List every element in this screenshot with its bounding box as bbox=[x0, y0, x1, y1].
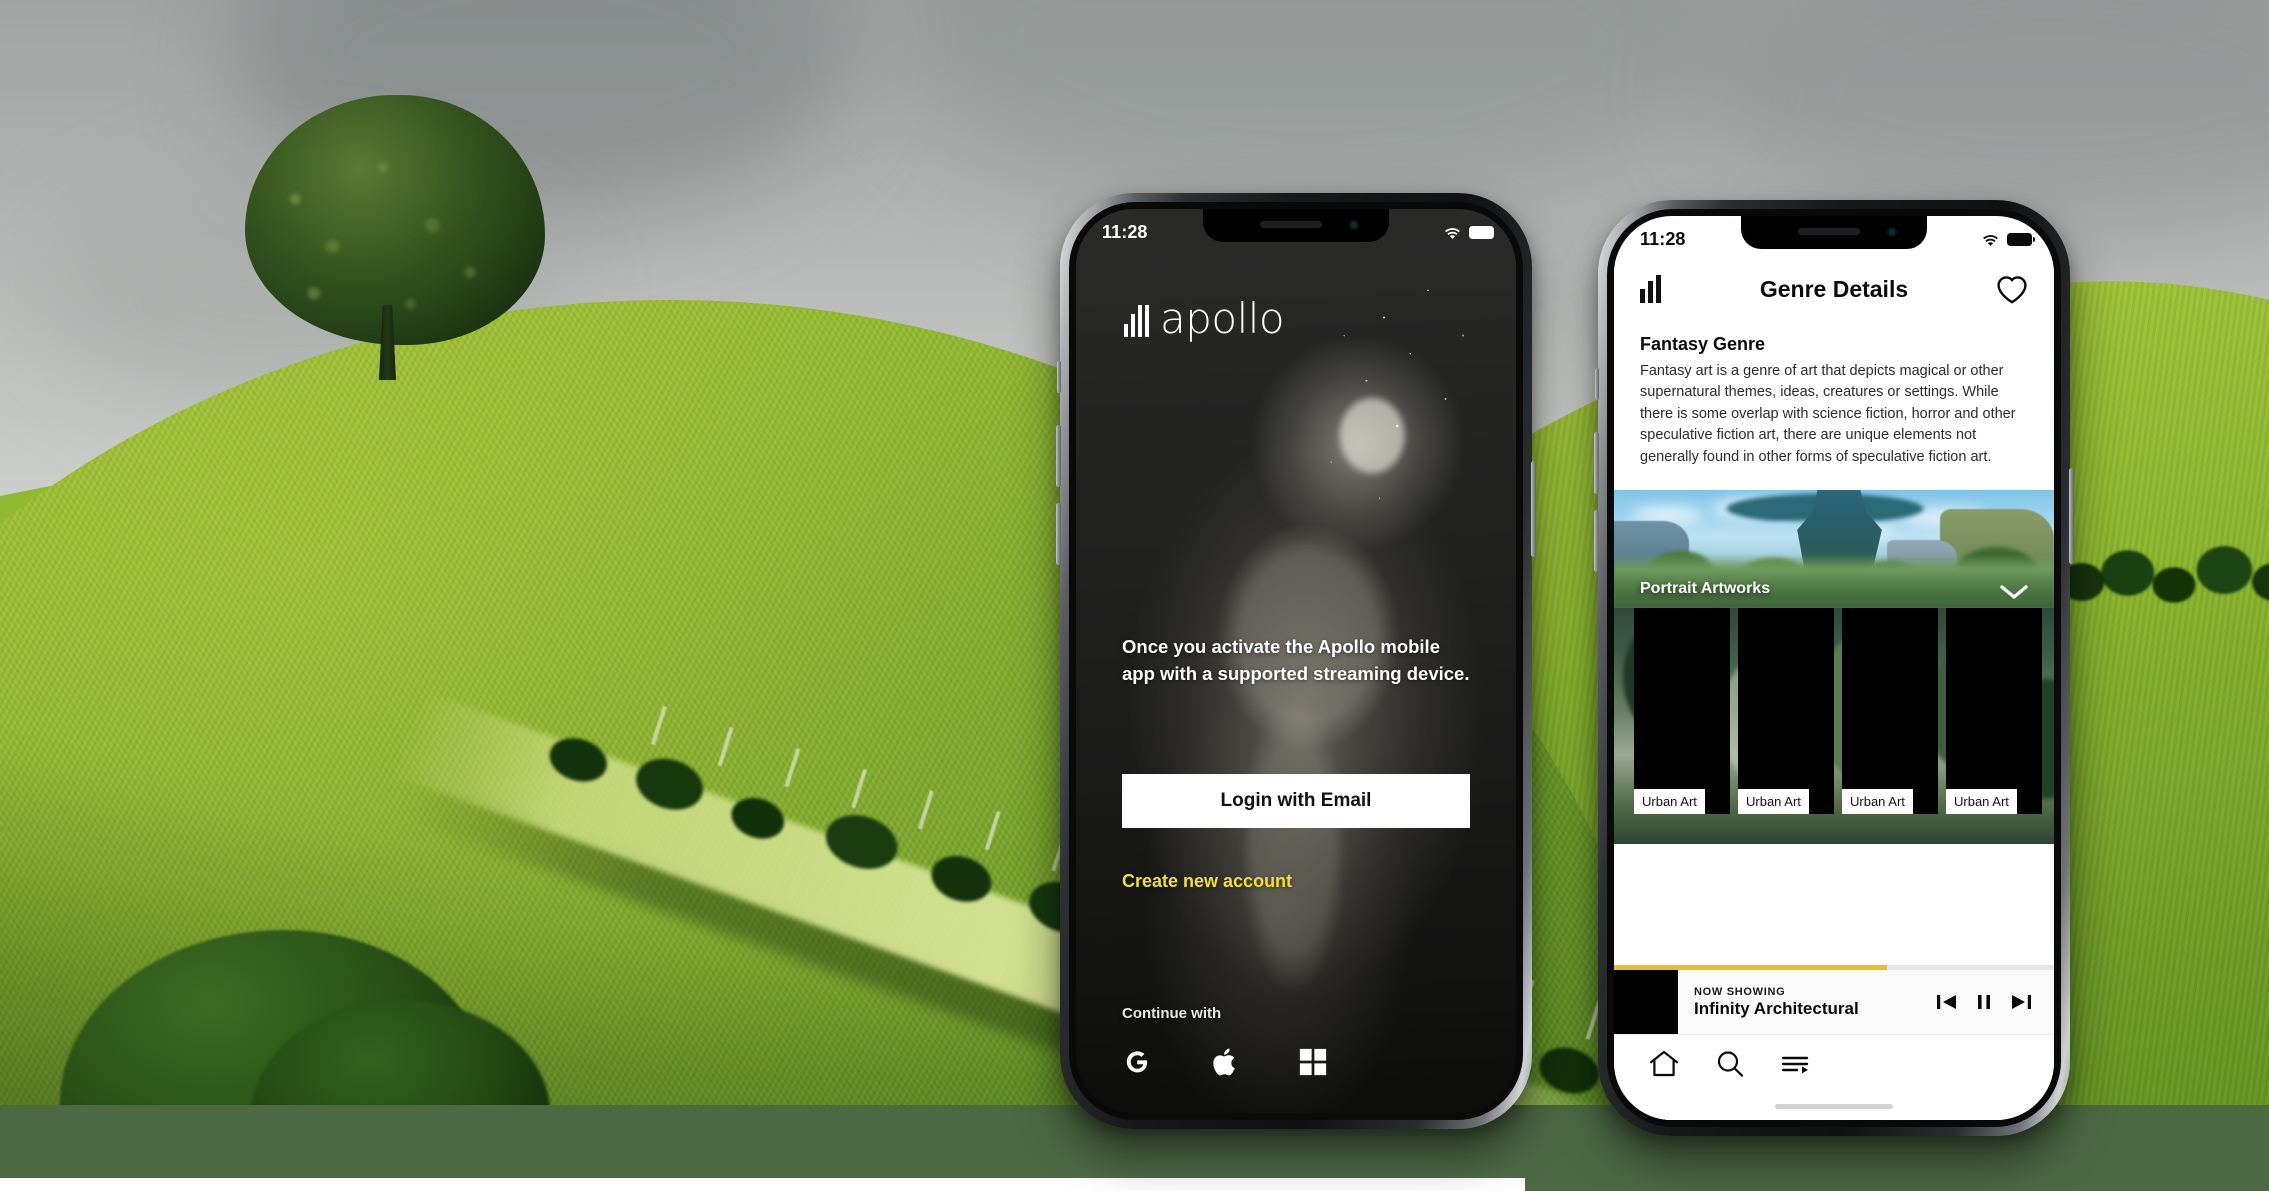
tab-queue[interactable] bbox=[1780, 1049, 1812, 1079]
chevron-down-icon bbox=[2000, 585, 2028, 599]
status-time: 11:28 bbox=[1640, 228, 1686, 249]
front-camera bbox=[1887, 227, 1897, 237]
phone-mockup-genre-details: 11:28 Genre Details Fantasy Genre Fantas… bbox=[1594, 200, 2074, 1136]
skip-next-icon bbox=[2012, 995, 2031, 1009]
app-header: Genre Details bbox=[1614, 256, 2054, 322]
heart-icon bbox=[1997, 275, 2027, 303]
google-login-button[interactable] bbox=[1122, 1047, 1152, 1077]
mute-switch[interactable] bbox=[1057, 361, 1061, 393]
artwork-card-list: Urban Art Urban Art Urban Art Urban Art bbox=[1614, 608, 2054, 844]
queue-play-icon bbox=[1781, 1056, 1809, 1074]
login-with-email-button[interactable]: Login with Email bbox=[1122, 774, 1470, 828]
artworks-carousel[interactable]: Urban Art Urban Art Urban Art Urban Art bbox=[1614, 608, 2054, 844]
volume-down-button[interactable] bbox=[1056, 503, 1061, 565]
artwork-card[interactable]: Urban Art bbox=[1946, 608, 2042, 814]
favorite-button[interactable] bbox=[1996, 275, 2028, 304]
battery-icon bbox=[2007, 232, 2035, 246]
home-indicator bbox=[1775, 1104, 1893, 1109]
expand-button[interactable] bbox=[2000, 584, 2028, 600]
notch bbox=[1203, 209, 1389, 242]
apple-login-button[interactable] bbox=[1210, 1045, 1240, 1079]
microsoft-login-button[interactable] bbox=[1298, 1047, 1328, 1077]
tree-canopy bbox=[245, 95, 545, 345]
google-icon bbox=[1126, 1051, 1148, 1073]
pause-button[interactable] bbox=[1976, 992, 1992, 1012]
volume-up-button[interactable] bbox=[1594, 432, 1599, 494]
artwork-card[interactable]: Urban Art bbox=[1842, 608, 1938, 814]
hero-label: Portrait Artworks bbox=[1640, 580, 1771, 597]
apollo-wordmark: apollo bbox=[1160, 294, 1285, 343]
power-button[interactable] bbox=[1531, 461, 1536, 557]
genre-section-title: Fantasy Genre bbox=[1640, 334, 1766, 354]
front-camera bbox=[1349, 220, 1359, 230]
screenshot-canvas: 11:28 apollo Once you activate the Apoll… bbox=[0, 0, 2269, 1191]
power-button[interactable] bbox=[2069, 468, 2074, 564]
microsoft-icon bbox=[1299, 1048, 1327, 1076]
next-track-button[interactable] bbox=[2010, 992, 2032, 1012]
now-showing-eyebrow: NOW SHOWING bbox=[1694, 985, 1786, 998]
artwork-label: Urban Art bbox=[1946, 789, 2017, 814]
lone-tree bbox=[245, 95, 545, 385]
bottom-tab-bar bbox=[1614, 1034, 2054, 1120]
hero-image-block[interactable]: Portrait Artworks bbox=[1614, 490, 2054, 608]
volume-down-button[interactable] bbox=[1594, 510, 1599, 572]
page-title: Genre Details bbox=[1759, 275, 1909, 302]
mute-switch[interactable] bbox=[1595, 368, 1599, 400]
player-artwork-thumbnail[interactable] bbox=[1614, 970, 1678, 1034]
artwork-card[interactable]: Urban Art bbox=[1634, 608, 1730, 814]
artwork-label: Urban Art bbox=[1738, 789, 1809, 814]
continue-with-label: Continue with bbox=[1122, 1005, 1222, 1022]
create-new-account-link[interactable]: Create new account bbox=[1122, 871, 1292, 892]
apollo-logo: apollo bbox=[1124, 294, 1285, 343]
notch bbox=[1741, 216, 1927, 249]
genre-description: Fantasy art is a genre of art that depic… bbox=[1640, 363, 2016, 465]
wifi-icon bbox=[1983, 234, 1998, 246]
artwork-label: Urban Art bbox=[1842, 789, 1913, 814]
skip-previous-icon bbox=[1937, 995, 1956, 1009]
pause-icon bbox=[1978, 995, 1990, 1009]
tab-home[interactable] bbox=[1648, 1049, 1680, 1079]
login-screen: 11:28 apollo Once you activate the Apoll… bbox=[1076, 209, 1516, 1113]
phone-mockup-login: 11:28 apollo Once you activate the Apoll… bbox=[1056, 193, 1536, 1129]
previous-track-button[interactable] bbox=[1936, 992, 1958, 1012]
tab-search[interactable] bbox=[1714, 1049, 1746, 1079]
mini-player: NOW SHOWING Infinity Architectural bbox=[1614, 965, 2054, 1034]
earpiece-speaker bbox=[1260, 221, 1323, 228]
home-icon bbox=[1649, 1050, 1679, 1077]
volume-up-button[interactable] bbox=[1056, 425, 1061, 487]
search-icon bbox=[1717, 1051, 1744, 1077]
apollo-equalizer-logo-icon bbox=[1124, 305, 1149, 338]
genre-details-screen: 11:28 Genre Details Fantasy Genre Fantas… bbox=[1614, 216, 2054, 1120]
artwork-label: Urban Art bbox=[1634, 789, 1705, 814]
earpiece-speaker bbox=[1798, 228, 1861, 235]
social-login-row bbox=[1122, 1045, 1328, 1079]
apollo-equalizer-logo-icon[interactable] bbox=[1640, 275, 1661, 303]
login-body-copy: Once you activate the Apollo mobile app … bbox=[1122, 636, 1470, 684]
now-showing-track: Infinity Architectural bbox=[1694, 998, 1859, 1018]
artwork-card[interactable]: Urban Art bbox=[1738, 608, 1834, 814]
apple-icon bbox=[1213, 1048, 1235, 1076]
